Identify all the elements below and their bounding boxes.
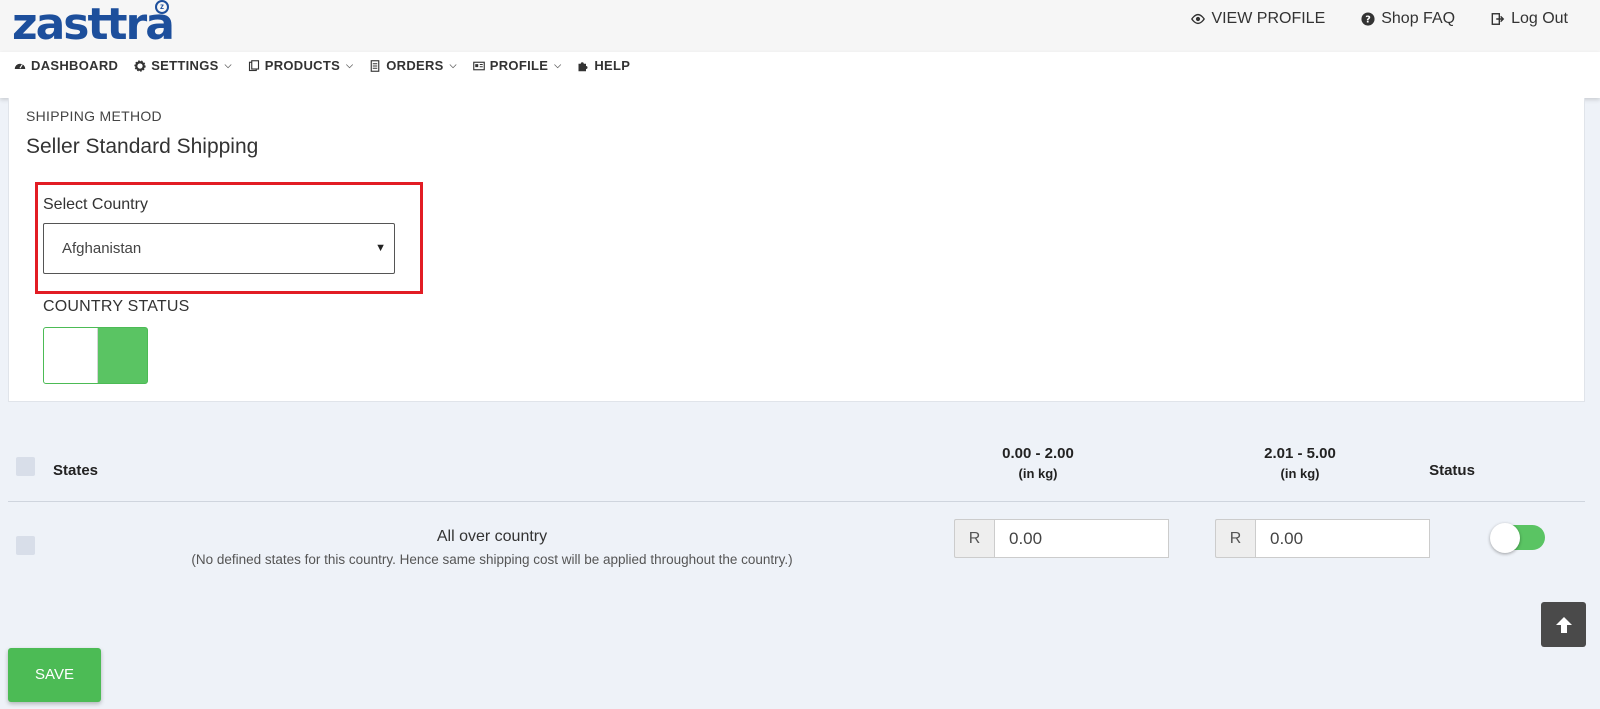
logout-icon	[1491, 13, 1505, 25]
gear-icon	[134, 59, 146, 72]
logo-badge-icon: z	[155, 0, 169, 14]
select-country-label: Select Country	[43, 196, 148, 213]
eye-icon	[1191, 13, 1206, 25]
shop-faq-label: Shop FAQ	[1381, 10, 1456, 27]
shipping-method-value: Seller Standard Shipping	[26, 135, 259, 158]
price-input-2[interactable]: 0.00	[1255, 519, 1430, 558]
chevron-down-icon: ⌵	[449, 60, 457, 70]
currency-addon: R	[954, 519, 994, 558]
nav-item-products[interactable]: PRODUCTS ⌵	[248, 58, 353, 73]
nav-label: DASHBOARD	[31, 58, 119, 73]
country-selected-value: Afghanistan	[62, 240, 142, 257]
view-profile-label: VIEW PROFILE	[1211, 10, 1326, 27]
select-all-checkbox[interactable]	[16, 457, 35, 476]
nav-label: PRODUCTS	[264, 58, 341, 73]
orders-icon	[370, 59, 380, 72]
col-states: States	[53, 462, 99, 479]
profile-icon	[472, 61, 485, 70]
shop-faq-link[interactable]: ? Shop FAQ	[1361, 10, 1455, 28]
top-header: zasttra z VIEW PROFILE ? Shop FAQ Log Ou…	[0, 0, 1600, 52]
products-icon	[248, 59, 259, 71]
shipping-method-label: SHIPPING METHOD	[26, 108, 162, 124]
main-navbar: DASHBOARD SETTINGS ⌵ PRODUCTS ⌵ ORDERS ⌵ PR…	[0, 52, 1600, 98]
svg-text:?: ?	[1365, 15, 1371, 26]
question-icon: ?	[1361, 12, 1375, 26]
puzzle-icon	[578, 61, 588, 71]
nav-item-settings[interactable]: SETTINGS ⌵	[134, 58, 232, 73]
nav-item-orders[interactable]: ORDERS ⌵	[369, 58, 457, 73]
nav-label: ORDERS	[386, 58, 444, 73]
nav-label: SETTINGS	[151, 58, 219, 73]
shipping-method-card: SHIPPING METHOD Seller Standard Shipping…	[8, 98, 1585, 402]
logout-link[interactable]: Log Out	[1491, 10, 1568, 28]
currency-addon: R	[1215, 519, 1255, 558]
toggle-knob	[1490, 523, 1520, 553]
col-status: Status	[1429, 462, 1475, 479]
arrow-up-icon	[1555, 616, 1572, 633]
row-note: (No defined states for this country. Hen…	[191, 552, 793, 567]
nav-label: HELP	[594, 58, 631, 73]
country-status-toggle[interactable]	[43, 327, 148, 384]
caret-down-icon: ▼	[375, 242, 386, 254]
nav-item-dashboard[interactable]: DASHBOARD	[14, 58, 118, 73]
row-status-toggle[interactable]	[1490, 523, 1545, 553]
nav-item-help[interactable]: HELP	[577, 58, 630, 73]
row-title: All over country	[436, 528, 548, 545]
country-status-label: COUNTRY STATUS	[43, 298, 190, 315]
save-button[interactable]: SAVE	[8, 648, 101, 702]
view-profile-link[interactable]: VIEW PROFILE	[1191, 10, 1325, 28]
price-input-1[interactable]: 0.00	[994, 519, 1169, 558]
scroll-to-top-button[interactable]	[1541, 602, 1586, 647]
logout-label: Log Out	[1511, 10, 1568, 27]
nav-label: PROFILE	[489, 58, 549, 73]
price-input-group-2: R 0.00	[1215, 519, 1430, 558]
toggle-knob	[44, 328, 98, 383]
states-table-header: States 0.00 - 2.00 (in kg) 2.01 - 5.00 (…	[8, 440, 1585, 502]
price-input-group-1: R 0.00	[954, 519, 1169, 558]
table-row: All over country (No defined states for …	[8, 519, 1585, 580]
header-links: VIEW PROFILE ? Shop FAQ Log Out	[1191, 10, 1568, 28]
col-range-2: 2.01 - 5.00 (in kg)	[1264, 445, 1336, 481]
zasttra-logo[interactable]: zasttra	[12, 2, 175, 48]
nav-item-profile[interactable]: PROFILE ⌵	[472, 58, 562, 73]
chevron-down-icon: ⌵	[346, 60, 354, 70]
chevron-down-icon: ⌵	[554, 60, 562, 70]
country-select[interactable]: Afghanistan ▼	[43, 223, 395, 274]
col-range-1: 0.00 - 2.00 (in kg)	[1002, 445, 1074, 481]
dashboard-icon	[14, 63, 26, 69]
chevron-down-icon: ⌵	[224, 60, 232, 70]
row-checkbox[interactable]	[16, 536, 35, 555]
